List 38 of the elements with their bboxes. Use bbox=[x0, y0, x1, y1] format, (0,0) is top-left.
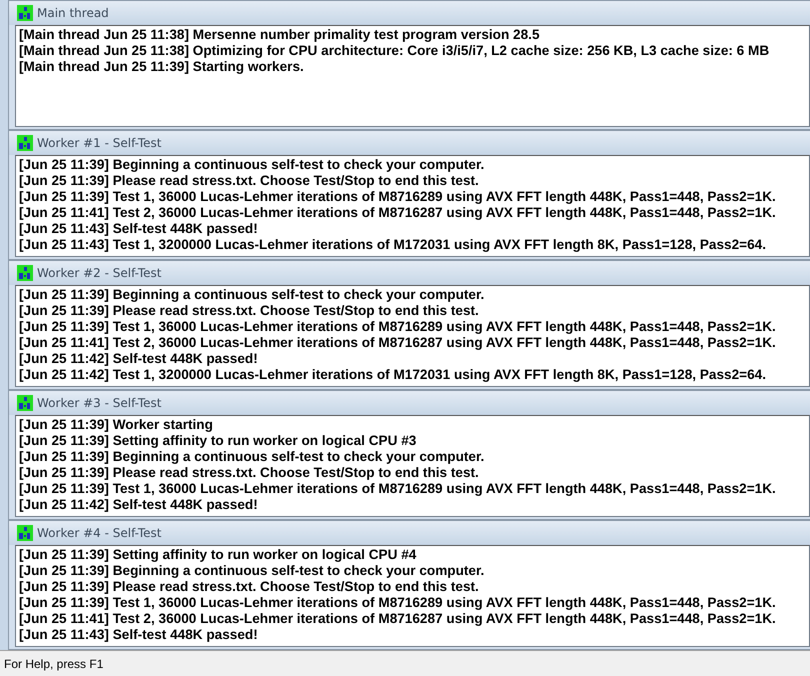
log-line: [Jun 25 11:39] Test 1, 36000 Lucas-Lehmer iterations of M8716289 using AVX FFT length 448K, Pass1=448, Pass2=1K. bbox=[19, 189, 777, 205]
log-line: [Jun 25 11:42] Self-test 448K passed! bbox=[19, 351, 259, 367]
log-line: [Main thread Jun 25 11:38] Optimizing for CPU architecture: Core i3/i5/i7, L2 cache size: 256 KB, L3 cache size: 6 MB bbox=[19, 43, 770, 59]
log-line: [Jun 25 11:39] Beginning a continuous self-test to check your computer. bbox=[19, 563, 486, 579]
log-line: [Jun 25 11:43] Test 1, 3200000 Lucas-Lehmer iterations of M172031 using AVX FFT length 8K, Pass1=128, Pass2=64. bbox=[19, 237, 767, 253]
log-line: [Jun 25 11:43] Self-test 448K passed! bbox=[19, 221, 259, 237]
log-line: [Main thread Jun 25 11:39] Starting workers. bbox=[19, 59, 305, 75]
window-title: Worker #3 - Self-Test bbox=[37, 396, 162, 410]
log-line: [Jun 25 11:41] Test 2, 36000 Lucas-Lehmer iterations of M8716287 using AVX FFT length 448K, Pass1=448, Pass2=1K. bbox=[19, 205, 777, 221]
app-icon bbox=[17, 265, 33, 281]
log-line: [Jun 25 11:39] Setting affinity to run worker on logical CPU #3 bbox=[19, 433, 418, 449]
log-line: [Jun 25 11:43] Self-test 448K passed! bbox=[19, 627, 259, 643]
window-title: Worker #1 - Self-Test bbox=[37, 136, 162, 150]
app-icon bbox=[17, 525, 33, 541]
window-title: Main thread bbox=[37, 6, 109, 20]
status-text: For Help, press F1 bbox=[4, 656, 104, 670]
app-icon bbox=[17, 135, 33, 151]
log-line: [Jun 25 11:39] Setting affinity to run worker on logical CPU #4 bbox=[19, 547, 418, 563]
window-title: Worker #2 - Self-Test bbox=[37, 266, 162, 280]
window-title: Worker #4 - Self-Test bbox=[37, 526, 162, 540]
log-line: [Jun 25 11:39] Test 1, 36000 Lucas-Lehmer iterations of M8716289 using AVX FFT length 448K, Pass1=448, Pass2=1K. bbox=[19, 319, 777, 335]
log-line: [Jun 25 11:39] Please read stress.txt. Choose Test/Stop to end this test. bbox=[19, 579, 480, 595]
log-line: [Main thread Jun 25 11:38] Mersenne number primality test program version 28.5 bbox=[19, 27, 541, 43]
app-icon bbox=[17, 395, 33, 411]
log-line: [Jun 25 11:42] Self-test 448K passed! bbox=[19, 497, 259, 513]
log-line: [Jun 25 11:39] Test 1, 36000 Lucas-Lehmer iterations of M8716289 using AVX FFT length 448K, Pass1=448, Pass2=1K. bbox=[19, 595, 777, 611]
log-line: [Jun 25 11:39] Worker starting bbox=[19, 417, 214, 433]
log-line: [Jun 25 11:39] Please read stress.txt. Choose Test/Stop to end this test. bbox=[19, 303, 480, 319]
log-line: [Jun 25 11:39] Please read stress.txt. Choose Test/Stop to end this test. bbox=[19, 173, 480, 189]
log-line: [Jun 25 11:42] Test 1, 3200000 Lucas-Lehmer iterations of M172031 using AVX FFT length 8K, Pass1=128, Pass2=64. bbox=[19, 367, 767, 383]
log-line: [Jun 25 11:39] Please read stress.txt. Choose Test/Stop to end this test. bbox=[19, 465, 480, 481]
app-icon bbox=[17, 5, 33, 21]
log-line: [Jun 25 11:41] Test 2, 36000 Lucas-Lehmer iterations of M8716287 using AVX FFT length 448K, Pass1=448, Pass2=1K. bbox=[19, 611, 777, 627]
log-line: [Jun 25 11:39] Test 1, 36000 Lucas-Lehmer iterations of M8716289 using AVX FFT length 448K, Pass1=448, Pass2=1K. bbox=[19, 481, 777, 497]
log-line: [Jun 25 11:39] Beginning a continuous self-test to check your computer. bbox=[19, 157, 486, 173]
log-line: [Jun 25 11:41] Test 2, 36000 Lucas-Lehmer iterations of M8716287 using AVX FFT length 448K, Pass1=448, Pass2=1K. bbox=[19, 335, 777, 351]
log-line: [Jun 25 11:39] Beginning a continuous self-test to check your computer. bbox=[19, 449, 486, 465]
log-line: [Jun 25 11:39] Beginning a continuous self-test to check your computer. bbox=[19, 287, 486, 303]
